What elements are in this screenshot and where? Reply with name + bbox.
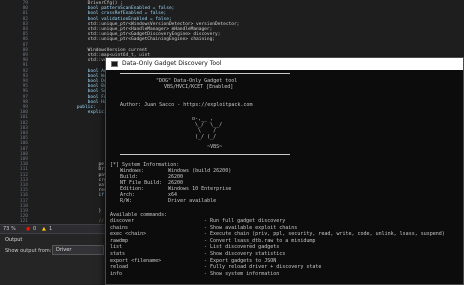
warning-icon: ▲ bbox=[42, 226, 46, 232]
error-icon: ● bbox=[26, 226, 31, 232]
command-description: - Convert lsass_dtb.raw to a minidump bbox=[204, 237, 316, 244]
console-app-icon bbox=[111, 61, 118, 67]
command-name: chains bbox=[110, 224, 129, 231]
banner-author: Author: Juan Sacco - https://exploitpack… bbox=[120, 102, 253, 108]
command-description: - Show discovery statistics bbox=[204, 251, 286, 257]
command-description: - Execute chain (priv, ppl, security, re… bbox=[204, 231, 445, 238]
command-description: - Export gadgets to JSON bbox=[204, 257, 277, 264]
output-source-value: Driver bbox=[56, 247, 72, 253]
console-titlebar[interactable]: Data-Only Gadget Discovery Tool bbox=[106, 58, 463, 70]
command-description: - List discovered gadgets bbox=[204, 244, 280, 251]
command-name: exec <chain> bbox=[110, 231, 147, 238]
command-name: discover bbox=[110, 218, 135, 224]
show-output-from-label: Show output from: bbox=[5, 248, 52, 254]
art-line-5: ~VBS~ bbox=[186, 144, 223, 150]
command-description: - Show available exploit chains bbox=[204, 224, 298, 231]
console-output[interactable]: "DOG" Data-Only Gadget tool VBS/HVCI/KCE… bbox=[106, 70, 463, 284]
command-name: info bbox=[110, 270, 123, 277]
command-name: export <filename> bbox=[110, 257, 162, 264]
output-panel-title: Output bbox=[5, 237, 23, 243]
command-name: rawdmp bbox=[110, 237, 129, 244]
output-source-select[interactable]: Driver bbox=[52, 245, 104, 255]
command-name: list bbox=[110, 244, 123, 251]
error-count[interactable]: 0 bbox=[33, 225, 36, 233]
sysinfo-key: R/W: bbox=[120, 198, 133, 204]
banner-top-border bbox=[120, 73, 290, 74]
console-window-title: Data-Only Gadget Discovery Tool bbox=[122, 60, 222, 67]
console-window[interactable]: Data-Only Gadget Discovery Tool "DOG" Da… bbox=[105, 57, 464, 285]
command-name: stats bbox=[110, 251, 126, 257]
command-name: reload bbox=[110, 264, 129, 271]
banner-bottom-border bbox=[120, 154, 290, 155]
zoom-level[interactable]: 73 % bbox=[3, 225, 16, 233]
banner-status: VBS/HVCI/KCET [Enabled] bbox=[164, 84, 234, 90]
sysinfo-value: Driver available bbox=[168, 198, 217, 204]
line-number-gutter: 79 80 81 82 83 84 85 86 87 88 89 90 91 92 93 94 95 96 97 98… bbox=[0, 0, 64, 233]
sysinfo-value: Windows 10 Enterprise bbox=[168, 186, 232, 192]
command-description: - Run full gadget discovery bbox=[204, 218, 286, 224]
command-description: - Show system information bbox=[204, 270, 280, 277]
command-description: - Fully reload driver + discovery state bbox=[204, 264, 322, 271]
warning-count[interactable]: 1 bbox=[49, 225, 52, 233]
art-line-4: (_/ (_/ bbox=[186, 134, 217, 140]
code-line: std::unique_ptr<GadgetChainingEngine> ch… bbox=[66, 37, 216, 43]
